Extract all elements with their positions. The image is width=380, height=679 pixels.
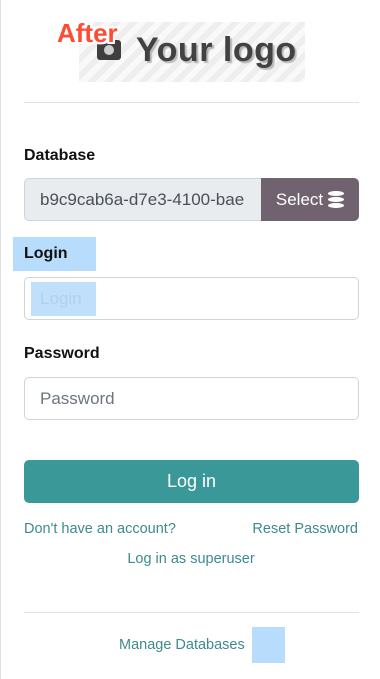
reset-password-link[interactable]: Reset Password bbox=[252, 521, 358, 537]
select-button-label: Select bbox=[275, 189, 324, 209]
database-field: b9c9cab6a-d7e3-4100-bae bbox=[24, 178, 261, 221]
database-icon bbox=[328, 191, 345, 208]
superuser-link[interactable]: Log in as superuser bbox=[1, 551, 380, 567]
login-input[interactable] bbox=[24, 277, 359, 320]
manage-highlight bbox=[252, 627, 285, 663]
password-input[interactable] bbox=[24, 377, 359, 420]
select-database-button[interactable]: Select bbox=[261, 178, 359, 221]
database-label: Database bbox=[24, 147, 96, 164]
logo-text: Your logo bbox=[136, 31, 297, 69]
password-label: Password bbox=[24, 345, 100, 362]
after-badge: After bbox=[57, 18, 118, 48]
signup-link[interactable]: Don't have an account? bbox=[24, 521, 176, 537]
login-button[interactable]: Log in bbox=[24, 460, 359, 503]
bottom-divider bbox=[24, 612, 359, 613]
manage-databases-link[interactable]: Manage Databases bbox=[119, 637, 245, 653]
top-divider bbox=[24, 102, 359, 103]
login-label: Login bbox=[24, 245, 68, 262]
login-card: Your logo After Database b9c9cab6a-d7e3-… bbox=[0, 0, 380, 679]
database-group: b9c9cab6a-d7e3-4100-bae Select bbox=[24, 178, 359, 221]
